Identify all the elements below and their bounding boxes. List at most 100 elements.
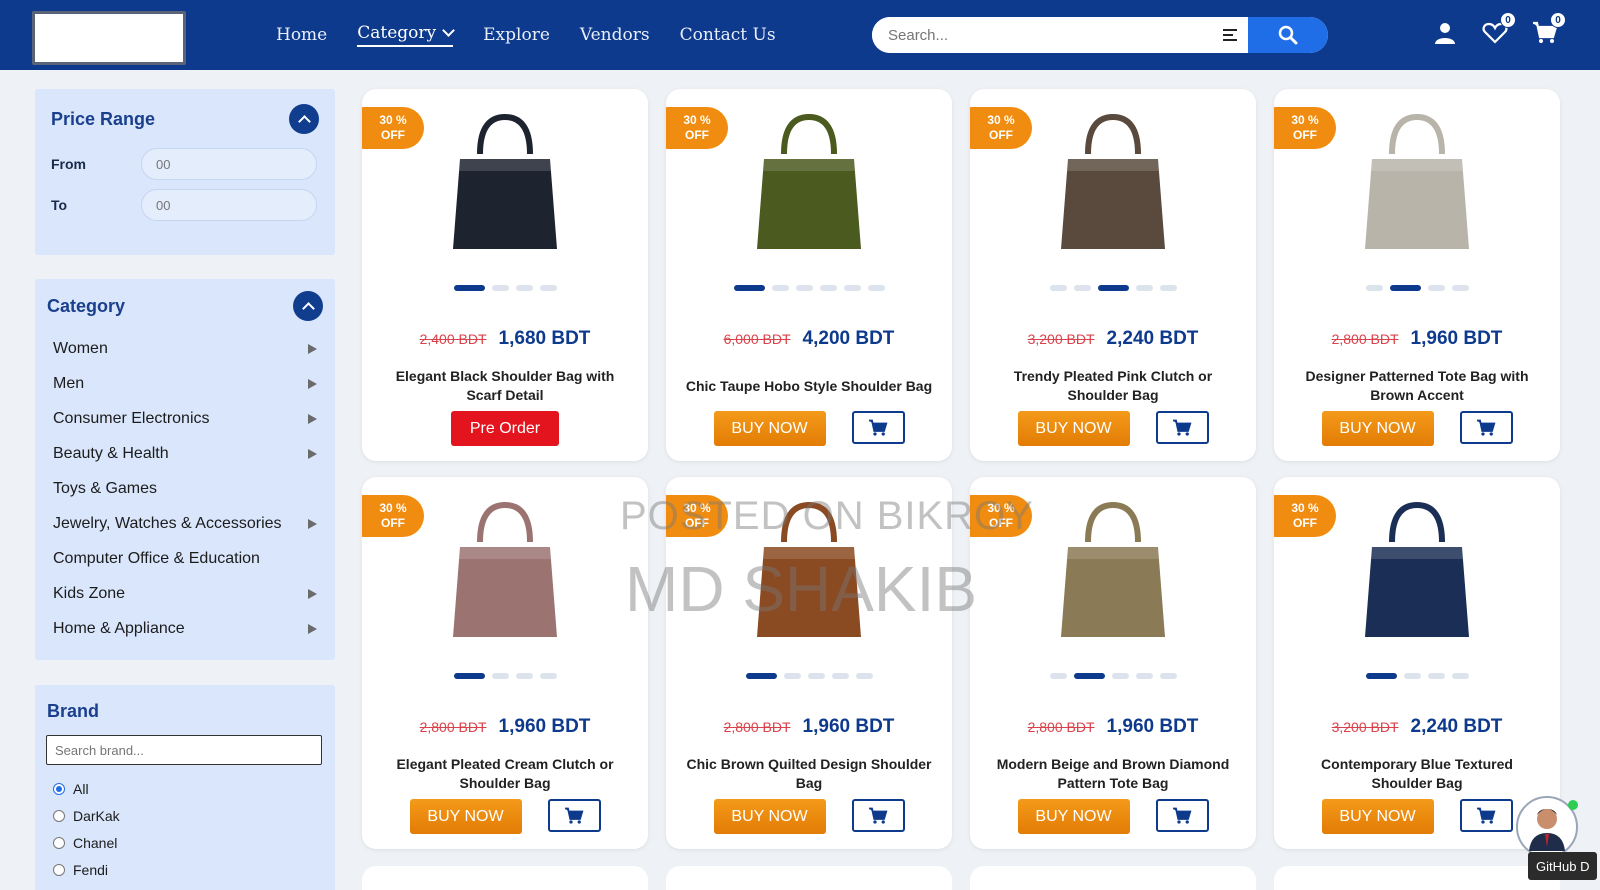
product-card[interactable]: 30 % OFF 6,000 BDT 4,200 BDT Chic Taupe Hobo… bbox=[666, 89, 952, 461]
product-image[interactable] bbox=[1043, 99, 1183, 269]
add-to-cart-button[interactable] bbox=[851, 799, 905, 832]
category-item[interactable]: Consumer Electronics bbox=[53, 401, 317, 436]
caret-right-icon[interactable] bbox=[308, 413, 317, 424]
carousel-dot[interactable] bbox=[867, 285, 885, 291]
carousel-dot[interactable] bbox=[1111, 673, 1129, 679]
carousel-dot[interactable] bbox=[843, 285, 861, 291]
caret-right-icon[interactable] bbox=[308, 518, 317, 529]
carousel-dot[interactable] bbox=[1451, 285, 1469, 291]
price-to-input[interactable] bbox=[141, 189, 317, 221]
caret-right-icon[interactable] bbox=[308, 623, 317, 634]
add-to-cart-button[interactable] bbox=[1459, 411, 1513, 444]
carousel-dot[interactable] bbox=[1427, 673, 1445, 679]
brand-radio[interactable] bbox=[53, 809, 65, 822]
search-input[interactable] bbox=[872, 17, 1212, 53]
carousel-dot[interactable] bbox=[1135, 673, 1153, 679]
buy-now-button[interactable]: BUY NOW bbox=[1321, 411, 1434, 446]
carousel-dot[interactable] bbox=[783, 673, 801, 679]
carousel-dot[interactable] bbox=[1049, 673, 1067, 679]
carousel-dot[interactable] bbox=[819, 285, 837, 291]
product-card[interactable]: 30 % OFF 3,200 BDT 2,240 BDT Trendy Pleated … bbox=[970, 89, 1256, 461]
carousel-dot[interactable] bbox=[795, 285, 813, 291]
product-image[interactable] bbox=[1347, 487, 1487, 657]
buy-now-button[interactable]: BUY NOW bbox=[1017, 411, 1130, 446]
carousel-dot[interactable] bbox=[1403, 673, 1421, 679]
product-card[interactable]: 30 % OFF 3,200 BDT 2,240 BDT Contemporary Bl… bbox=[1274, 477, 1560, 849]
product-image[interactable] bbox=[739, 99, 879, 269]
carousel-dot[interactable] bbox=[539, 673, 557, 679]
category-item[interactable]: Jewelry, Watches & Accessories bbox=[53, 506, 317, 541]
carousel-dot[interactable] bbox=[1159, 285, 1177, 291]
carousel-dot[interactable] bbox=[1159, 673, 1177, 679]
carousel-dot[interactable] bbox=[515, 673, 533, 679]
product-image[interactable] bbox=[1043, 487, 1183, 657]
add-to-cart-button[interactable] bbox=[851, 411, 905, 444]
search-button[interactable] bbox=[1248, 17, 1328, 53]
product-image[interactable] bbox=[1347, 99, 1487, 269]
brand-radio[interactable] bbox=[53, 863, 65, 876]
caret-right-icon[interactable] bbox=[308, 588, 317, 599]
product-name[interactable]: Elegant Black Shoulder Bag with Scarf De… bbox=[380, 365, 630, 407]
buy-now-button[interactable]: BUY NOW bbox=[409, 799, 522, 834]
carousel-dot[interactable] bbox=[1135, 285, 1153, 291]
category-item[interactable]: Beauty & Health bbox=[53, 436, 317, 471]
product-image[interactable] bbox=[435, 99, 575, 269]
category-item[interactable]: Computer Office & Education bbox=[53, 541, 317, 576]
filter-lines-icon[interactable] bbox=[1212, 17, 1248, 53]
carousel-dot[interactable] bbox=[1073, 285, 1091, 291]
add-to-cart-button[interactable] bbox=[1155, 411, 1209, 444]
carousel-dot[interactable] bbox=[733, 285, 765, 291]
category-item[interactable]: Men bbox=[53, 366, 317, 401]
caret-right-icon[interactable] bbox=[308, 378, 317, 389]
buy-now-button[interactable]: BUY NOW bbox=[1017, 799, 1130, 834]
product-name[interactable]: Designer Patterned Tote Bag with Brown A… bbox=[1292, 365, 1542, 407]
carousel-dot[interactable] bbox=[745, 673, 777, 679]
nav-explore[interactable]: Explore bbox=[483, 25, 550, 45]
product-name[interactable]: Trendy Pleated Pink Clutch or Shoulder B… bbox=[988, 365, 1238, 407]
buy-now-button[interactable]: BUY NOW bbox=[713, 411, 826, 446]
price-from-input[interactable] bbox=[141, 148, 317, 180]
caret-right-icon[interactable] bbox=[308, 448, 317, 459]
carousel-dot[interactable] bbox=[453, 285, 485, 291]
product-name[interactable]: Chic Brown Quilted Design Shoulder Bag bbox=[684, 753, 934, 795]
carousel-dot[interactable] bbox=[1049, 285, 1067, 291]
brand-search-input[interactable] bbox=[46, 735, 322, 765]
carousel-dot[interactable] bbox=[1389, 285, 1421, 291]
carousel-dot[interactable] bbox=[855, 673, 873, 679]
carousel-dot[interactable] bbox=[1365, 673, 1397, 679]
carousel-dot[interactable] bbox=[453, 673, 485, 679]
cart-button[interactable]: 0 bbox=[1530, 12, 1566, 48]
carousel-dot[interactable] bbox=[831, 673, 849, 679]
brand-option[interactable]: All bbox=[53, 775, 120, 802]
carousel-dot[interactable] bbox=[539, 285, 557, 291]
category-item[interactable]: Women bbox=[53, 331, 317, 366]
carousel-dot[interactable] bbox=[807, 673, 825, 679]
carousel-dot[interactable] bbox=[1365, 285, 1383, 291]
add-to-cart-button[interactable] bbox=[547, 799, 601, 832]
buy-now-button[interactable]: BUY NOW bbox=[713, 799, 826, 834]
carousel-dot[interactable] bbox=[515, 285, 533, 291]
product-name[interactable]: Modern Beige and Brown Diamond Pattern T… bbox=[988, 753, 1238, 795]
category-item[interactable]: Toys & Games bbox=[53, 471, 317, 506]
product-name[interactable]: Chic Taupe Hobo Style Shoulder Bag bbox=[684, 365, 934, 407]
carousel-dot[interactable] bbox=[1073, 673, 1105, 679]
brand-option[interactable]: DarKak bbox=[53, 802, 120, 829]
carousel-dot[interactable] bbox=[1097, 285, 1129, 291]
nav-category[interactable]: Category bbox=[357, 23, 456, 47]
category-item[interactable]: Kids Zone bbox=[53, 576, 317, 611]
user-icon[interactable] bbox=[1430, 18, 1460, 48]
pre-order-button[interactable]: Pre Order bbox=[451, 411, 559, 446]
caret-right-icon[interactable] bbox=[308, 343, 317, 354]
carousel-dot[interactable] bbox=[1427, 285, 1445, 291]
site-logo[interactable] bbox=[32, 11, 186, 65]
product-card[interactable]: 30 % OFF 2,800 BDT 1,960 BDT Elegant Pleated… bbox=[362, 477, 648, 849]
buy-now-button[interactable]: BUY NOW bbox=[1321, 799, 1434, 834]
product-name[interactable]: Contemporary Blue Textured Shoulder Bag bbox=[1292, 753, 1542, 795]
add-to-cart-button[interactable] bbox=[1459, 799, 1513, 832]
carousel-dot[interactable] bbox=[491, 285, 509, 291]
nav-contact[interactable]: Contact Us bbox=[680, 25, 776, 45]
brand-radio[interactable] bbox=[53, 782, 65, 795]
product-card[interactable]: 30 % OFF 2,800 BDT 1,960 BDT Designer Patter… bbox=[1274, 89, 1560, 461]
product-image[interactable] bbox=[435, 487, 575, 657]
wishlist-button[interactable]: 0 bbox=[1480, 12, 1516, 48]
